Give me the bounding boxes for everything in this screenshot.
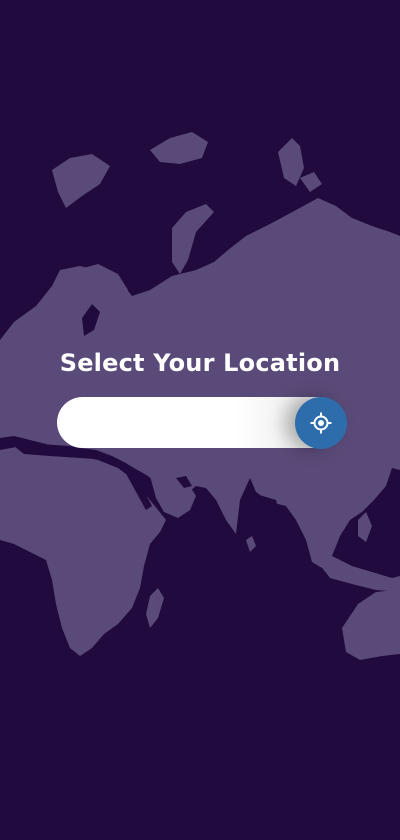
franz-josef-shape [150,132,208,164]
arctic-island-small [300,172,322,192]
indonesia-shape [316,556,400,592]
sri-lanka-shape [246,536,256,552]
page-title: Select Your Location [59,349,341,377]
madagascar-shape [146,588,164,628]
severnaya-shape [278,138,304,186]
svalbard-shape [52,154,110,208]
novaya-zemlya-shape [172,204,214,274]
africa-shape [0,446,166,656]
locate-me-button[interactable] [295,397,347,449]
location-search-bar [57,397,347,449]
australia-shape [342,590,400,660]
philippines-shape [358,512,372,542]
crosshair-locate-icon [309,411,333,435]
